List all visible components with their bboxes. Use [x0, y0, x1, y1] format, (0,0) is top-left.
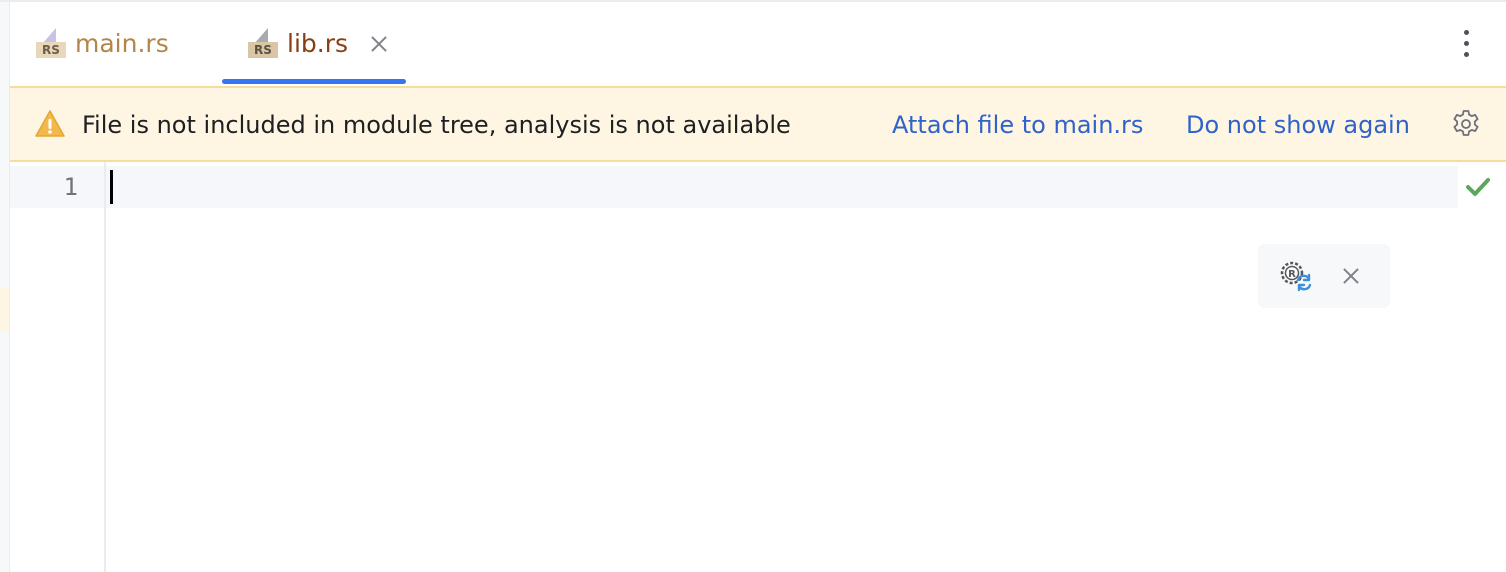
file-type-badge: RS	[248, 42, 278, 58]
active-tab-indicator	[222, 79, 406, 84]
tab-lib-rs[interactable]: RS lib.rs	[248, 2, 390, 86]
left-strip-marker	[0, 288, 9, 332]
attach-file-link[interactable]: Attach file to main.rs	[892, 108, 1143, 142]
svg-text:R: R	[1288, 269, 1296, 280]
tab-label: lib.rs	[287, 29, 349, 58]
line-number: 1	[63, 173, 78, 201]
do-not-show-again-link[interactable]: Do not show again	[1186, 108, 1410, 142]
rust-reload-icon[interactable]: R	[1278, 258, 1316, 294]
editor-tab-bar: RS main.rs RS lib.rs	[10, 2, 1506, 86]
tab-main-rs[interactable]: RS main.rs	[36, 2, 169, 86]
ide-editor-window: RS main.rs RS lib.rs File is not include…	[0, 0, 1506, 572]
current-line-highlight	[10, 166, 1458, 208]
banner-message: File is not included in module tree, ana…	[82, 111, 791, 139]
code-editor[interactable]: 1 R	[10, 162, 1506, 572]
tab-label: main.rs	[75, 29, 169, 58]
close-icon[interactable]	[1340, 265, 1362, 287]
module-tree-warning-banner: File is not included in module tree, ana…	[10, 86, 1506, 162]
checkmark-icon[interactable]	[1464, 175, 1492, 199]
left-tool-strip	[0, 2, 10, 572]
rust-file-icon: RS	[248, 28, 278, 60]
gear-icon[interactable]	[1450, 108, 1482, 140]
vertical-ellipsis-icon[interactable]	[1452, 28, 1480, 60]
line-number-gutter: 1	[10, 162, 106, 572]
rust-file-icon: RS	[36, 28, 66, 60]
floating-reload-toolbar: R	[1258, 244, 1390, 308]
warning-icon	[35, 110, 65, 137]
file-type-badge: RS	[36, 42, 66, 58]
text-caret	[110, 170, 113, 204]
close-icon[interactable]	[368, 33, 390, 55]
